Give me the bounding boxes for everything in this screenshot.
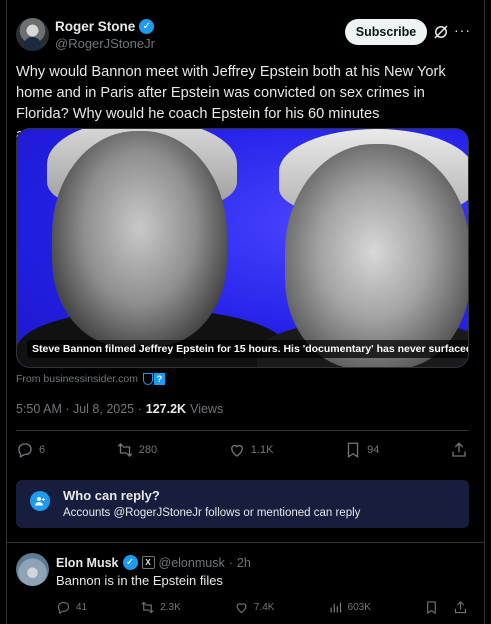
mention-icon: [30, 491, 50, 511]
post-actions: 6 280 1.1K 94: [16, 440, 468, 460]
reply-restriction-title: Who can reply?: [63, 488, 160, 503]
reply-restriction-notice: Who can reply? Accounts @RogerJStoneJr f…: [16, 480, 469, 528]
reply-separator: ·: [228, 555, 233, 570]
reply-like-button[interactable]: 7.4K: [234, 600, 275, 615]
question-mark-icon: ?: [153, 372, 165, 385]
analytics-icon: [330, 602, 341, 613]
reply-reply-button[interactable]: 41: [56, 600, 87, 615]
reply-text: Bannon is in the Epstein files: [56, 573, 223, 588]
more-options-icon[interactable]: ···: [454, 21, 470, 39]
heart-icon: [230, 444, 243, 457]
repost-icon: [141, 601, 154, 614]
epstein-portrait: [52, 131, 227, 346]
divider-reply: [6, 542, 485, 543]
post-media-image[interactable]: Steve Bannon filmed Jeffrey Epstein for …: [16, 128, 469, 368]
reply-icon: [57, 601, 70, 615]
reply-author-handle[interactable]: @elonmusk: [159, 556, 225, 570]
reply-views-button[interactable]: 603K: [328, 600, 371, 615]
reply-bookmark-button[interactable]: [424, 600, 439, 615]
bookmark-icon: [427, 601, 436, 615]
views-count: 127.2K: [145, 402, 187, 416]
author-name-row: Roger Stone ✓: [55, 19, 155, 34]
reply-author-name[interactable]: Elon Musk: [56, 556, 119, 570]
reply-repost-button[interactable]: 2.3K: [140, 600, 181, 615]
bannon-portrait: [285, 144, 468, 367]
post-timestamp[interactable]: 5:50 AM · Jul 8, 2025 ·: [16, 402, 142, 416]
share-icon: [454, 601, 467, 614]
reply-right-actions: [424, 600, 468, 615]
reply-reply-count: 41: [76, 602, 88, 613]
author-handle[interactable]: @RogerJStoneJr: [55, 36, 155, 51]
views-label: Views: [190, 402, 224, 416]
share-icon: [452, 442, 466, 457]
bookmark-count: 94: [367, 444, 380, 456]
link-source-row: From businessinsider.com ?: [16, 372, 165, 385]
reply-time[interactable]: 2h: [237, 556, 251, 570]
heart-icon: [236, 603, 247, 614]
post-meta: 5:50 AM · Jul 8, 2025 · 127.2K Views: [16, 402, 223, 416]
reply-like-count: 7.4K: [253, 602, 275, 613]
x-affiliation-icon: X: [141, 556, 155, 569]
bookmark-icon: [347, 442, 359, 459]
reply-post[interactable]: Elon Musk ✓ X @elonmusk · 2h Bannon is i…: [16, 553, 468, 624]
verified-badge-icon: ✓: [139, 19, 155, 34]
reply-author-avatar[interactable]: [16, 553, 49, 586]
content-disclosure-icon[interactable]: ?: [142, 372, 165, 385]
verified-badge-icon: ✓: [122, 555, 138, 570]
subscribe-button[interactable]: Subscribe: [345, 19, 427, 45]
author-avatar[interactable]: [16, 18, 49, 51]
reply-count: 6: [39, 444, 46, 456]
reply-button[interactable]: 6: [16, 441, 45, 459]
bookmark-button[interactable]: 94: [344, 441, 379, 459]
share-button[interactable]: [450, 441, 468, 459]
link-source[interactable]: From businessinsider.com: [16, 373, 138, 385]
reply-views-count: 603K: [347, 602, 371, 613]
repost-count: 280: [138, 444, 158, 456]
reply-share-button[interactable]: [453, 600, 468, 615]
author-name[interactable]: Roger Stone: [55, 19, 135, 34]
reply-icon: [18, 443, 32, 458]
divider-top: [16, 430, 469, 431]
grok-icon[interactable]: [432, 23, 450, 41]
post-header: Roger Stone ✓ @RogerJStoneJr Subscribe ·…: [16, 16, 470, 54]
reply-author-row: Elon Musk ✓ X @elonmusk · 2h: [56, 555, 251, 570]
repost-icon: [117, 443, 133, 457]
repost-button[interactable]: 280: [116, 441, 157, 459]
reply-restriction-subtitle: Accounts @RogerJStoneJr follows or menti…: [63, 507, 361, 519]
media-caption: Steve Bannon filmed Jeffrey Epstein for …: [27, 340, 468, 358]
reply-actions: 41 2.3K 7.4K 603K: [56, 600, 468, 615]
reply-repost-count: 2.3K: [160, 602, 181, 613]
shield-icon: [142, 372, 153, 385]
like-count: 1.1K: [250, 444, 274, 456]
like-button[interactable]: 1.1K: [228, 441, 274, 459]
